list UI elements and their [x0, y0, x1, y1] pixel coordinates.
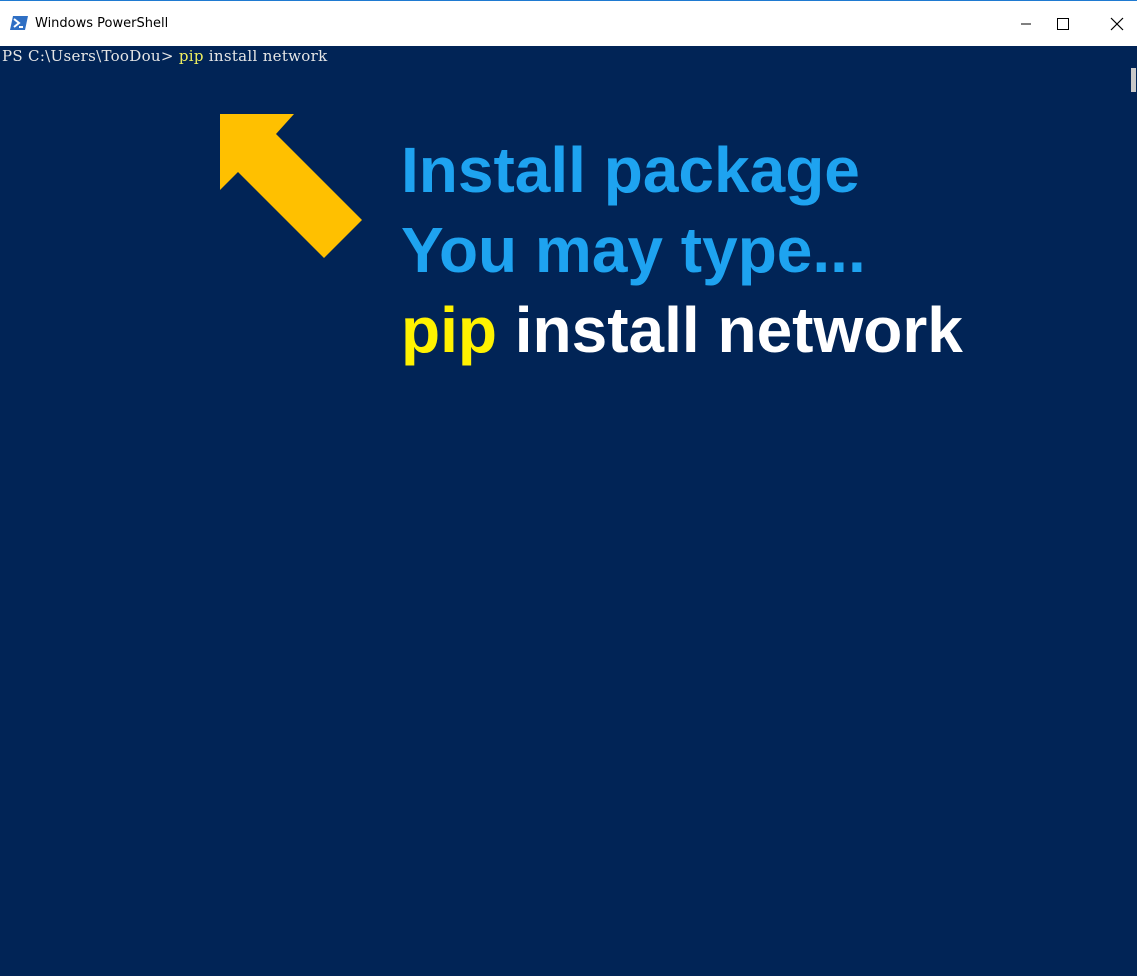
callout-line-1: Install package	[401, 134, 860, 206]
prompt-line: PS C:\Users\TooDou> pip install network	[2, 46, 328, 66]
callout-command-rest: install network	[496, 294, 963, 366]
close-icon	[1110, 17, 1124, 31]
title-bar[interactable]: Windows PowerShell	[0, 0, 1137, 46]
command-args: install network	[203, 47, 328, 65]
window-title: Windows PowerShell	[35, 16, 169, 31]
callout-line-2: You may type...	[401, 214, 866, 286]
vertical-scrollbar[interactable]	[1129, 46, 1137, 976]
callout-keyword: pip	[401, 294, 497, 366]
instruction-callout: Install package You may type... pip inst…	[401, 130, 963, 370]
command-keyword: pip	[178, 47, 204, 65]
powershell-window: Windows PowerShell PS C:\Users\TooDou> p…	[0, 0, 1137, 976]
maximize-button[interactable]	[1040, 1, 1086, 47]
maximize-icon	[1057, 18, 1069, 30]
callout-line-3: pip install network	[401, 290, 963, 370]
arrow-up-left-icon	[220, 114, 362, 258]
scrollbar-thumb[interactable]	[1131, 68, 1136, 92]
prompt-text: PS C:\Users\TooDou>	[2, 47, 179, 65]
powershell-icon	[10, 16, 28, 30]
close-button[interactable]	[1094, 1, 1137, 47]
minimize-icon	[1021, 23, 1031, 25]
